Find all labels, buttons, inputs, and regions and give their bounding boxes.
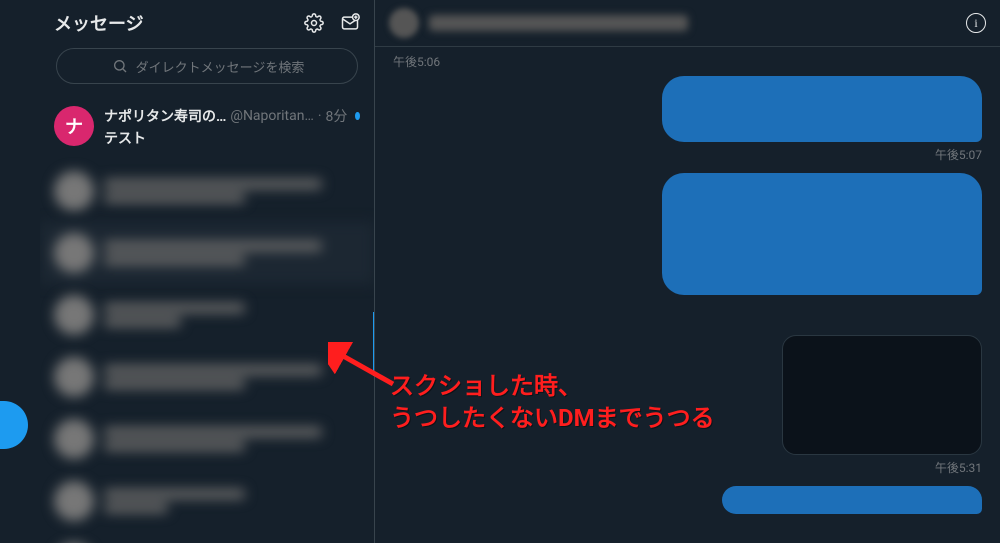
- sidebar-title: メッセージ: [54, 10, 144, 36]
- avatar[interactable]: [389, 8, 419, 38]
- conversation-item-blurred[interactable]: [40, 532, 374, 543]
- messages-area: 午後5:06 午後5:07 午後5:31: [375, 47, 1000, 543]
- conversation-title-blurred: [429, 15, 688, 31]
- timestamp: 午後5:07: [393, 146, 982, 163]
- conversation-item-blurred[interactable]: [40, 284, 374, 346]
- conversation-pane: i 午後5:06 午後5:07 午後5:31: [375, 0, 1000, 543]
- unread-dot-icon: [355, 112, 360, 120]
- search-icon: [110, 56, 130, 76]
- conversation-item-blurred[interactable]: [40, 408, 374, 470]
- search-input[interactable]: ダイレクトメッセージを検索: [56, 48, 358, 84]
- message-bubble-outgoing[interactable]: [722, 486, 982, 514]
- info-icon[interactable]: i: [966, 13, 986, 33]
- conversation-item-blurred[interactable]: [40, 346, 374, 408]
- conversation-header: i: [375, 0, 1000, 47]
- search-placeholder: ダイレクトメッセージを検索: [136, 57, 305, 76]
- message-bubble-outgoing[interactable]: [662, 173, 982, 295]
- message-media-card[interactable]: [782, 335, 982, 455]
- conversation-item-blurred[interactable]: [40, 160, 374, 222]
- app-rail: [0, 0, 40, 543]
- settings-icon[interactable]: [304, 13, 324, 33]
- separator: ·: [318, 108, 322, 124]
- message-bubble-outgoing[interactable]: [662, 76, 982, 142]
- timestamp: 午後5:06: [393, 53, 982, 70]
- search-wrapper: ダイレクトメッセージを検索: [40, 42, 374, 94]
- conversation-preview: テスト: [104, 128, 360, 148]
- conversation-handle: @Naporitan…: [230, 108, 313, 124]
- messages-sidebar: メッセージ ダイレクトメッセージを検索 ナ: [40, 0, 375, 543]
- sidebar-header-actions: [304, 13, 360, 33]
- conversation-body: ナポリタン寿司の… @Naporitan… · 8分 テスト: [104, 106, 360, 148]
- conversation-item[interactable]: ナ ナポリタン寿司の… @Naporitan… · 8分 テスト: [40, 94, 374, 160]
- conversation-header: ナポリタン寿司の… @Naporitan… · 8分: [104, 106, 360, 126]
- compose-tab[interactable]: [0, 401, 28, 449]
- avatar: ナ: [54, 106, 94, 146]
- conversation-item-blurred[interactable]: [40, 222, 374, 284]
- conversation-time: 8分: [326, 106, 348, 126]
- timestamp: 午後5:31: [393, 459, 982, 476]
- new-message-icon[interactable]: [340, 13, 360, 33]
- conversation-list: ナ ナポリタン寿司の… @Naporitan… · 8分 テスト: [40, 94, 374, 543]
- conversation-name: ナポリタン寿司の…: [104, 106, 226, 126]
- sidebar-header: メッセージ: [40, 0, 374, 42]
- selected-indicator: [373, 312, 374, 376]
- conversation-item-blurred[interactable]: [40, 470, 374, 532]
